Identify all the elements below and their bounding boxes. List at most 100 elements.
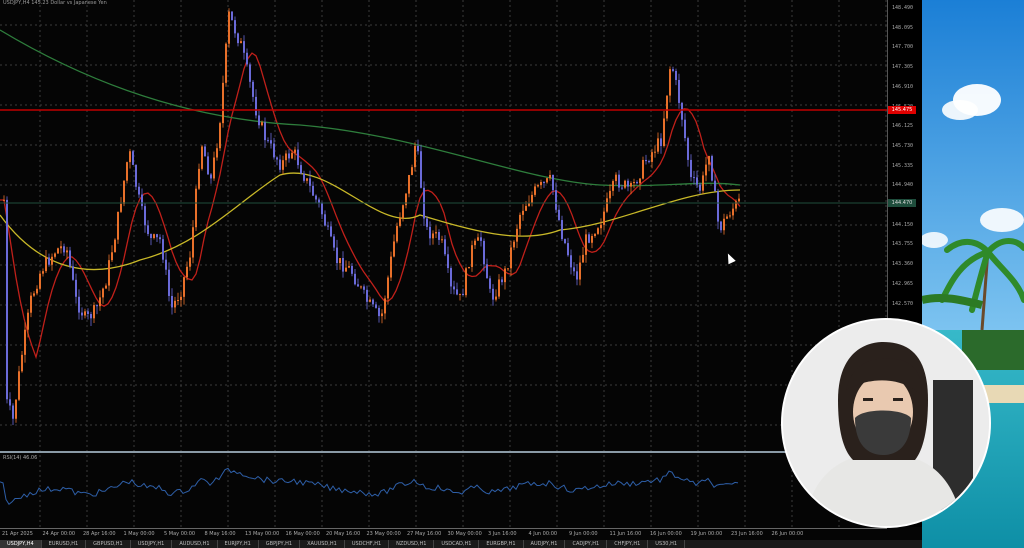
candle-body — [414, 145, 416, 168]
candle-body — [54, 253, 56, 257]
candle-body — [354, 273, 356, 285]
time-axis-tick: 16 May 00:00 — [285, 531, 320, 537]
candle-body — [36, 288, 38, 294]
candle-body — [717, 191, 719, 222]
symbol-tab[interactable]: USDCAD,H1 — [434, 540, 480, 548]
symbol-tab[interactable]: EURGBP,H1 — [479, 540, 524, 548]
symbol-tab[interactable]: AUDUSD,H1 — [172, 540, 218, 548]
candle-body — [708, 156, 710, 165]
candle-body — [627, 180, 629, 187]
symbol-tab[interactable]: CADJPY,H1 — [565, 540, 608, 548]
candle-body — [363, 286, 365, 290]
moving-average-medium-line — [0, 29, 741, 187]
time-axis[interactable]: 21 Apr 2025 24 Apr 00:00 28 Apr 16:00 1 May… — [0, 528, 887, 540]
price-chart[interactable] — [0, 0, 887, 528]
price-axis-tick: 144.150 — [892, 221, 914, 228]
candle-body — [21, 354, 23, 372]
candle-body — [621, 187, 623, 189]
candle-body — [276, 157, 278, 160]
candle-body — [216, 148, 218, 158]
symbol-tab[interactable]: USDJPY,H4 — [0, 540, 42, 548]
symbol-tab[interactable]: USDJPY,H1 — [131, 540, 173, 548]
candle-body — [450, 268, 452, 287]
candle-body — [228, 11, 230, 44]
symbol-tab[interactable]: GBPJPY,H1 — [259, 540, 301, 548]
candle-body — [513, 241, 515, 248]
candle-body — [339, 258, 341, 264]
candle-body — [603, 211, 605, 225]
candle-body — [114, 239, 116, 253]
candle-body — [540, 182, 542, 186]
time-axis-tick: 5 May 00:00 — [164, 531, 196, 537]
candle-body — [636, 181, 638, 184]
candle-body — [321, 203, 323, 215]
candle-body — [498, 279, 500, 297]
price-axis-tick: 143.755 — [892, 241, 914, 248]
candle-body — [105, 285, 107, 289]
price-axis-tick: 147.700 — [892, 44, 914, 51]
candle-body — [711, 156, 713, 181]
candle-body — [180, 296, 182, 301]
symbol-tab[interactable]: EURJPY,H1 — [218, 540, 259, 548]
candle-body — [27, 312, 29, 330]
candle-body — [351, 266, 353, 274]
candle-body — [480, 237, 482, 241]
trading-terminal: USDJPY,H4 145.23 Dollar vs Japanese Yen … — [0, 0, 923, 548]
candle-body — [435, 232, 437, 234]
candle-body — [243, 41, 245, 53]
symbol-tab[interactable]: USDCHF,H1 — [345, 540, 390, 548]
candle-body — [507, 268, 509, 270]
candle-body — [429, 226, 431, 239]
symbol-tab[interactable]: AUDJPY,H1 — [524, 540, 566, 548]
candle-body — [582, 254, 584, 263]
candle-body — [204, 146, 206, 157]
symbol-tab[interactable]: EURUSD,H1 — [42, 540, 87, 548]
time-axis-tick: 9 Jun 00:00 — [569, 531, 598, 537]
candle-body — [543, 182, 545, 184]
candle-body — [642, 159, 644, 179]
candle-body — [696, 177, 698, 185]
symbol-tab[interactable]: CHFJPY,H1 — [607, 540, 649, 548]
candle-body — [384, 298, 386, 314]
candle-body — [195, 188, 197, 228]
candle-body — [447, 254, 449, 269]
candle-body — [51, 256, 53, 265]
candle-body — [519, 214, 521, 229]
candle-body — [387, 277, 389, 299]
candle-body — [246, 52, 248, 65]
symbol-tab[interactable]: US30,H1 — [648, 540, 686, 548]
candle-body — [726, 216, 728, 219]
candle-body — [678, 79, 680, 103]
candle-body — [258, 115, 260, 126]
candle-body — [693, 177, 695, 179]
candle-body — [579, 262, 581, 280]
symbol-tab[interactable]: GBPUSD,H1 — [86, 540, 131, 548]
candle-body — [606, 198, 608, 212]
candle-body — [174, 300, 176, 308]
symbol-tab[interactable]: NZDUSD,H1 — [389, 540, 435, 548]
price-axis-tick: 148.490 — [892, 5, 914, 11]
candle-body — [594, 233, 596, 237]
candle-body — [456, 289, 458, 295]
price-axis-tick: 146.910 — [892, 83, 914, 90]
price-axis-tick: 148.095 — [892, 24, 914, 31]
candle-body — [669, 69, 671, 96]
time-axis-tick: 24 Apr 00:00 — [42, 531, 76, 537]
symbol-tab[interactable]: XAUUSD,H1 — [300, 540, 345, 548]
candle-body — [516, 228, 518, 242]
candle-body — [453, 286, 455, 290]
time-axis-tick: 13 May 00:00 — [245, 531, 280, 537]
candle-body — [408, 174, 410, 194]
candle-body — [309, 178, 311, 186]
candle-body — [291, 152, 293, 159]
time-axis-tick: 23 Jun 16:00 — [731, 531, 763, 537]
candle-body — [534, 186, 536, 195]
candle-body — [738, 198, 740, 202]
symbol-tabs: USDJPY,H4 EURUSD,H1 GBPUSD,H1 USDJPY,H1 AUDU… — [0, 540, 922, 548]
candle-body — [378, 307, 380, 317]
candle-body — [222, 82, 224, 124]
ask-price-badge: 144.470 — [888, 199, 916, 207]
candle-body — [300, 165, 302, 174]
time-axis-tick: 16 Jun 00:00 — [650, 531, 682, 537]
webcam-overlay — [781, 318, 991, 528]
